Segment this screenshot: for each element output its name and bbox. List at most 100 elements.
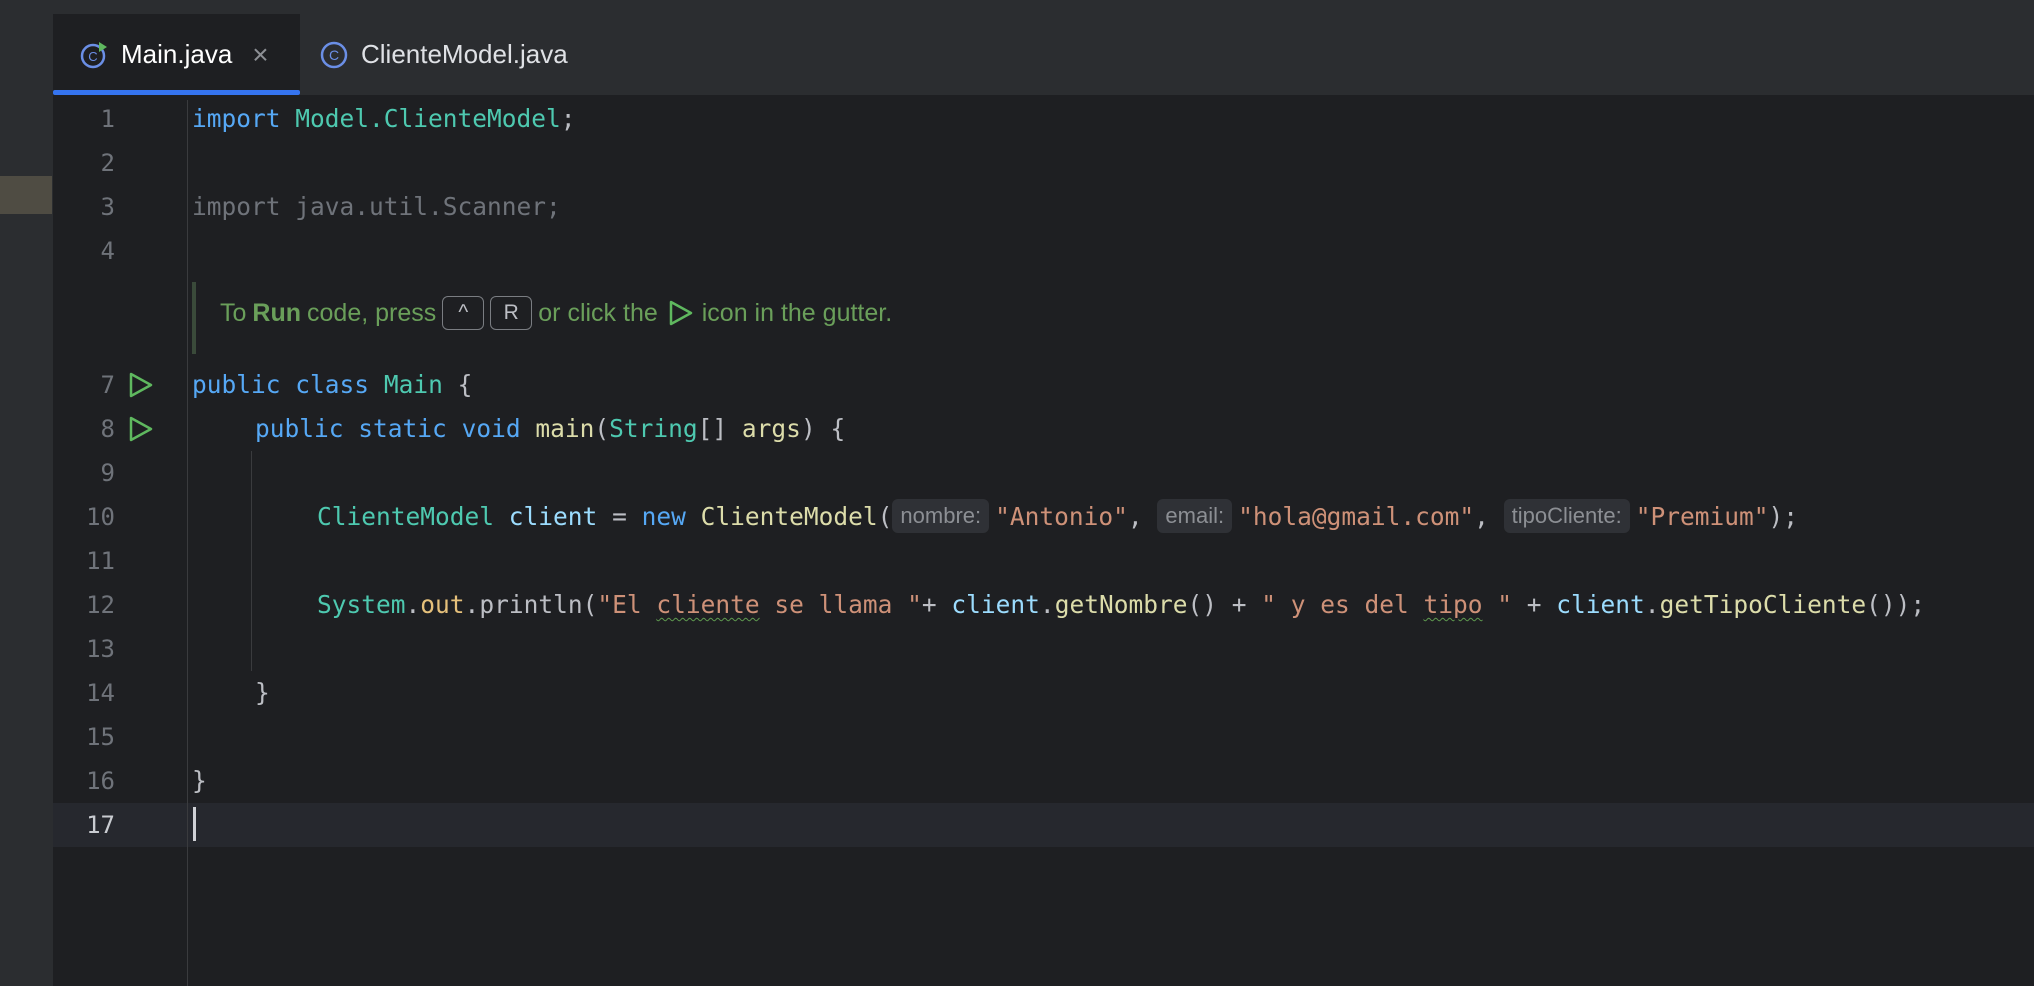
parameter: args [741,414,801,443]
punctuation: , [1474,502,1489,531]
tip-after-keys: or click the [538,298,658,327]
punctuation: ( [594,414,610,443]
operator: + [1512,590,1557,619]
key-ctrl: ^ [442,296,485,330]
line-number: 9 [100,459,115,487]
line-number: 4 [100,237,115,265]
keyword: void [461,414,521,443]
punctuation: ()); [1866,590,1926,619]
punctuation: . [405,590,421,619]
line-number: 8 [100,415,115,443]
typo-word: cliente [656,590,760,619]
svg-text:C: C [88,49,97,64]
line-number: 16 [86,767,115,795]
run-main-icon[interactable] [126,415,154,443]
keyword: public [192,370,281,399]
operator: = [612,502,627,531]
line-number: 1 [100,105,115,133]
keyword: static [358,414,447,443]
tip-middle: code, press [307,298,437,327]
tab-clientemodel-java[interactable]: C ClienteModel.java [319,14,649,95]
punctuation: ); [1768,502,1799,531]
string-literal: " y es del [1261,590,1424,619]
constructor-call: ClienteModel [700,502,878,531]
typo-word: tipo [1423,590,1483,619]
punctuation: . [1644,590,1660,619]
punctuation: [] [697,414,728,443]
string-literal: se llama " [759,590,922,619]
string-literal: " [1482,590,1513,619]
line-number: 10 [86,503,115,531]
string-literal: "Antonio" [995,502,1128,531]
variable: client [1556,590,1645,619]
line-number: 13 [86,635,115,663]
param-hint-tipocliente: tipoCliente: [1503,499,1630,533]
line-number: 12 [86,591,115,619]
run-class-icon[interactable] [126,371,154,399]
punctuation: ( [877,502,893,531]
svg-text:C: C [329,47,339,63]
line-number: 14 [86,679,115,707]
tab-label: Main.java [121,39,233,69]
keyword: import [192,104,281,133]
param-hint-nombre: nombre: [892,499,990,533]
scroll-marker [0,176,52,214]
param-hint-email: email: [1157,499,1233,533]
method-name: println [479,590,583,619]
variable: client [508,502,598,531]
code-line-7[interactable]: public class Main { [192,363,472,407]
string-literal: "hola@gmail.com" [1238,502,1475,531]
punctuation: () + [1187,590,1262,619]
indent-guide [251,451,252,671]
string-literal: "El [597,590,657,619]
type-name: String [609,414,698,443]
tab-main-java[interactable]: C Main.java × [53,14,300,95]
keyword: new [641,502,686,531]
code-line-16[interactable]: } [192,759,207,803]
line-number: 2 [100,149,115,177]
tip-suffix: icon in the gutter. [701,298,893,327]
keyword: class [295,370,370,399]
punctuation: { [457,370,473,399]
tip-run-word: Run [252,298,302,327]
code-line-12[interactable]: System.out.println("El cliente se llama … [317,583,1925,627]
line-number: 7 [100,371,115,399]
punctuation: . [1039,590,1055,619]
tab-label: ClienteModel.java [361,39,568,69]
code-line-10[interactable]: ClienteModel client = new ClienteModel(n… [317,495,1798,539]
punctuation: ; [560,104,576,133]
close-tab-icon[interactable]: × [252,40,268,69]
left-tool-strip [0,0,53,986]
punctuation: ) { [800,414,846,443]
key-r: R [490,296,533,330]
keyword: public [255,414,344,443]
line-number: 3 [100,193,115,221]
method-name: getNombre [1054,590,1188,619]
string-literal: "Premium" [1635,502,1769,531]
java-class-run-icon: C [80,41,107,68]
line-number-current: 17 [86,811,115,839]
variable: client [951,590,1040,619]
class-name: System [317,590,406,619]
class-name: Main [383,370,443,399]
code-line-3[interactable]: import java.util.Scanner; [192,185,561,229]
text-caret [193,807,196,841]
package-name: Model.ClienteModel [295,104,561,133]
method-name: getTipoCliente [1659,590,1867,619]
tip-prefix: To [220,298,247,327]
operator: + [921,590,952,619]
method-name: main [535,414,595,443]
punctuation: ( [582,590,598,619]
code-line-8[interactable]: public static void main(String[] args) { [255,407,845,451]
current-line-highlight [53,803,2034,847]
editor-tab-bar: C Main.java × C ClienteModel.java [53,0,2034,95]
tip-bar [192,282,196,354]
java-class-icon: C [320,41,348,68]
code-line-1[interactable]: import Model.ClienteModel; [192,97,576,141]
line-number: 11 [86,547,115,575]
punctuation: . [464,590,480,619]
gutter-divider [187,100,188,986]
punctuation: , [1127,502,1143,531]
line-number: 15 [86,723,115,751]
code-line-14[interactable]: } [255,671,270,715]
